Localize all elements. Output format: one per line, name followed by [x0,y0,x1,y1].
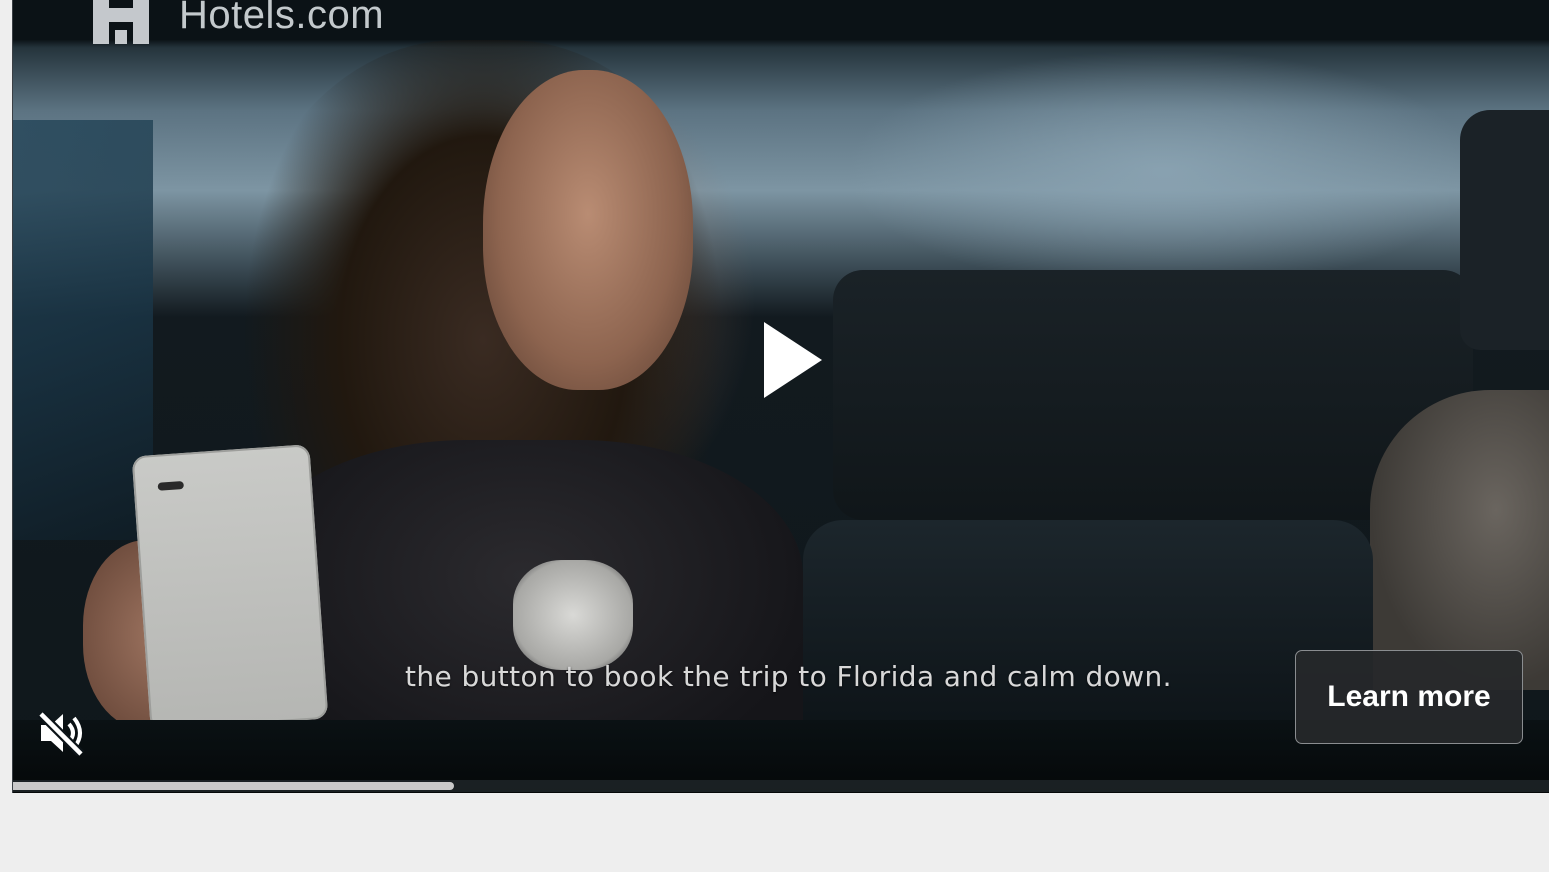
hotels-logo-icon [89,0,153,44]
video-player[interactable]: Hotels.com the button to book the trip t… [12,0,1549,793]
brand-name: Hotels.com [179,0,385,37]
mute-button[interactable] [37,710,87,758]
video-progress-fill [13,782,455,790]
learn-more-button[interactable]: Learn more [1295,650,1523,744]
headrest-right [1460,110,1549,350]
smartphone [131,444,329,731]
play-icon [764,322,822,398]
car-window-left [13,120,153,540]
video-caption: the button to book the trip to Florida a… [405,660,1172,693]
woman-face [483,70,693,390]
play-button[interactable] [758,318,828,402]
volume-muted-icon [37,710,85,758]
blouse [513,560,633,670]
brand-logo: Hotels.com [89,0,384,44]
passenger-shoulder [1370,390,1549,690]
video-progress-bar[interactable] [13,780,1549,792]
front-headrest [803,520,1373,750]
